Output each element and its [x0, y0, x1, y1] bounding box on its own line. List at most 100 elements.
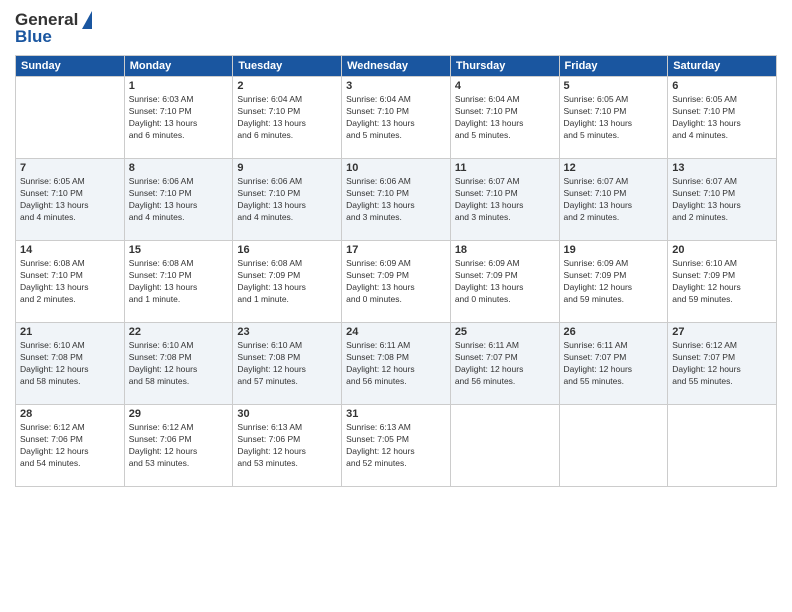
calendar-cell: 10 Sunrise: 6:06 AM Sunset: 7:10 PM Dayli… [342, 159, 451, 241]
calendar-cell: 2 Sunrise: 6:04 AM Sunset: 7:10 PM Daylig… [233, 77, 342, 159]
day-number: 7 [20, 162, 120, 174]
calendar-cell: 5Sunrise: 6:05 AM Sunset: 7:10 PM Daylig… [559, 77, 668, 159]
day-number: 2 [237, 80, 337, 92]
day-info: Sunrise: 6:11 AM Sunset: 7:07 PM Dayligh… [564, 340, 664, 388]
calendar-container: General Blue SundayMondayTuesdayWednesda… [0, 0, 792, 497]
day-number: 8 [129, 162, 229, 174]
calendar-cell: 29 Sunrise: 6:12 AM Sunset: 7:06 PM Dayli… [124, 405, 233, 487]
calendar-cell: 6 Sunrise: 6:05 AM Sunset: 7:10 PM Daylig… [668, 77, 777, 159]
day-number: 14 [20, 244, 120, 256]
calendar-week-row: 1 Sunrise: 6:03 AM Sunset: 7:10 PM Daylig… [16, 77, 777, 159]
day-info: Sunrise: 6:08 AM Sunset: 7:09 PM Dayligh… [237, 258, 337, 306]
day-number: 20 [672, 244, 772, 256]
day-info: Sunrise: 6:05 AM Sunset: 7:10 PM Dayligh… [20, 176, 120, 224]
calendar-week-row: 14 Sunrise: 6:08 AM Sunset: 7:10 PM Dayli… [16, 241, 777, 323]
calendar-cell: 13 Sunrise: 6:07 AM Sunset: 7:10 PM Dayli… [668, 159, 777, 241]
header: General Blue [15, 10, 777, 47]
calendar-table: SundayMondayTuesdayWednesdayThursdayFrid… [15, 55, 777, 487]
weekday-header-wednesday: Wednesday [342, 56, 451, 77]
calendar-cell: 18Sunrise: 6:09 AM Sunset: 7:09 PM Dayli… [450, 241, 559, 323]
day-number: 18 [455, 244, 555, 256]
day-info: Sunrise: 6:10 AM Sunset: 7:08 PM Dayligh… [237, 340, 337, 388]
day-info: Sunrise: 6:05 AM Sunset: 7:10 PM Dayligh… [564, 94, 664, 142]
logo-blue-text: Blue [15, 27, 52, 47]
day-number: 25 [455, 326, 555, 338]
weekday-header-row: SundayMondayTuesdayWednesdayThursdayFrid… [16, 56, 777, 77]
logo: General Blue [15, 10, 92, 47]
calendar-cell: 30 Sunrise: 6:13 AM Sunset: 7:06 PM Dayli… [233, 405, 342, 487]
day-number: 6 [672, 80, 772, 92]
day-info: Sunrise: 6:04 AM Sunset: 7:10 PM Dayligh… [346, 94, 446, 142]
weekday-header-thursday: Thursday [450, 56, 559, 77]
day-info: Sunrise: 6:13 AM Sunset: 7:06 PM Dayligh… [237, 422, 337, 470]
calendar-cell [450, 405, 559, 487]
day-number: 22 [129, 326, 229, 338]
day-info: Sunrise: 6:07 AM Sunset: 7:10 PM Dayligh… [672, 176, 772, 224]
day-number: 10 [346, 162, 446, 174]
day-number: 30 [237, 408, 337, 420]
day-number: 17 [346, 244, 446, 256]
calendar-week-row: 7 Sunrise: 6:05 AM Sunset: 7:10 PM Daylig… [16, 159, 777, 241]
weekday-header-tuesday: Tuesday [233, 56, 342, 77]
weekday-header-friday: Friday [559, 56, 668, 77]
day-number: 1 [129, 80, 229, 92]
day-info: Sunrise: 6:08 AM Sunset: 7:10 PM Dayligh… [20, 258, 120, 306]
weekday-header-monday: Monday [124, 56, 233, 77]
day-info: Sunrise: 6:11 AM Sunset: 7:08 PM Dayligh… [346, 340, 446, 388]
calendar-cell [16, 77, 125, 159]
day-info: Sunrise: 6:07 AM Sunset: 7:10 PM Dayligh… [455, 176, 555, 224]
calendar-cell: 20Sunrise: 6:10 AM Sunset: 7:09 PM Dayli… [668, 241, 777, 323]
day-info: Sunrise: 6:06 AM Sunset: 7:10 PM Dayligh… [129, 176, 229, 224]
day-info: Sunrise: 6:06 AM Sunset: 7:10 PM Dayligh… [346, 176, 446, 224]
day-info: Sunrise: 6:04 AM Sunset: 7:10 PM Dayligh… [455, 94, 555, 142]
day-number: 23 [237, 326, 337, 338]
calendar-cell: 7 Sunrise: 6:05 AM Sunset: 7:10 PM Daylig… [16, 159, 125, 241]
calendar-cell: 19 Sunrise: 6:09 AM Sunset: 7:09 PM Dayli… [559, 241, 668, 323]
calendar-cell: 26 Sunrise: 6:11 AM Sunset: 7:07 PM Dayli… [559, 323, 668, 405]
day-number: 12 [564, 162, 664, 174]
calendar-cell: 25 Sunrise: 6:11 AM Sunset: 7:07 PM Dayli… [450, 323, 559, 405]
calendar-cell: 24 Sunrise: 6:11 AM Sunset: 7:08 PM Dayli… [342, 323, 451, 405]
logo-triangle-icon [82, 11, 92, 29]
calendar-cell: 31Sunrise: 6:13 AM Sunset: 7:05 PM Dayli… [342, 405, 451, 487]
day-number: 11 [455, 162, 555, 174]
day-info: Sunrise: 6:08 AM Sunset: 7:10 PM Dayligh… [129, 258, 229, 306]
day-number: 27 [672, 326, 772, 338]
calendar-cell: 27 Sunrise: 6:12 AM Sunset: 7:07 PM Dayli… [668, 323, 777, 405]
calendar-cell: 15 Sunrise: 6:08 AM Sunset: 7:10 PM Dayli… [124, 241, 233, 323]
calendar-cell: 28 Sunrise: 6:12 AM Sunset: 7:06 PM Dayli… [16, 405, 125, 487]
day-info: Sunrise: 6:10 AM Sunset: 7:08 PM Dayligh… [129, 340, 229, 388]
day-info: Sunrise: 6:11 AM Sunset: 7:07 PM Dayligh… [455, 340, 555, 388]
day-info: Sunrise: 6:12 AM Sunset: 7:07 PM Dayligh… [672, 340, 772, 388]
day-number: 24 [346, 326, 446, 338]
day-number: 26 [564, 326, 664, 338]
calendar-cell: 9 Sunrise: 6:06 AM Sunset: 7:10 PM Daylig… [233, 159, 342, 241]
day-number: 28 [20, 408, 120, 420]
day-number: 31 [346, 408, 446, 420]
calendar-cell: 17Sunrise: 6:09 AM Sunset: 7:09 PM Dayli… [342, 241, 451, 323]
day-number: 29 [129, 408, 229, 420]
weekday-header-saturday: Saturday [668, 56, 777, 77]
day-info: Sunrise: 6:12 AM Sunset: 7:06 PM Dayligh… [129, 422, 229, 470]
day-number: 9 [237, 162, 337, 174]
day-number: 13 [672, 162, 772, 174]
day-info: Sunrise: 6:03 AM Sunset: 7:10 PM Dayligh… [129, 94, 229, 142]
calendar-cell: 8 Sunrise: 6:06 AM Sunset: 7:10 PM Daylig… [124, 159, 233, 241]
day-number: 4 [455, 80, 555, 92]
day-info: Sunrise: 6:09 AM Sunset: 7:09 PM Dayligh… [564, 258, 664, 306]
day-info: Sunrise: 6:10 AM Sunset: 7:08 PM Dayligh… [20, 340, 120, 388]
calendar-cell [668, 405, 777, 487]
calendar-week-row: 21Sunrise: 6:10 AM Sunset: 7:08 PM Dayli… [16, 323, 777, 405]
calendar-cell: 16Sunrise: 6:08 AM Sunset: 7:09 PM Dayli… [233, 241, 342, 323]
calendar-cell: 12Sunrise: 6:07 AM Sunset: 7:10 PM Dayli… [559, 159, 668, 241]
weekday-header-sunday: Sunday [16, 56, 125, 77]
day-info: Sunrise: 6:12 AM Sunset: 7:06 PM Dayligh… [20, 422, 120, 470]
calendar-cell [559, 405, 668, 487]
day-info: Sunrise: 6:04 AM Sunset: 7:10 PM Dayligh… [237, 94, 337, 142]
calendar-cell: 11 Sunrise: 6:07 AM Sunset: 7:10 PM Dayli… [450, 159, 559, 241]
calendar-cell: 1 Sunrise: 6:03 AM Sunset: 7:10 PM Daylig… [124, 77, 233, 159]
day-info: Sunrise: 6:06 AM Sunset: 7:10 PM Dayligh… [237, 176, 337, 224]
day-number: 15 [129, 244, 229, 256]
day-info: Sunrise: 6:05 AM Sunset: 7:10 PM Dayligh… [672, 94, 772, 142]
day-number: 19 [564, 244, 664, 256]
